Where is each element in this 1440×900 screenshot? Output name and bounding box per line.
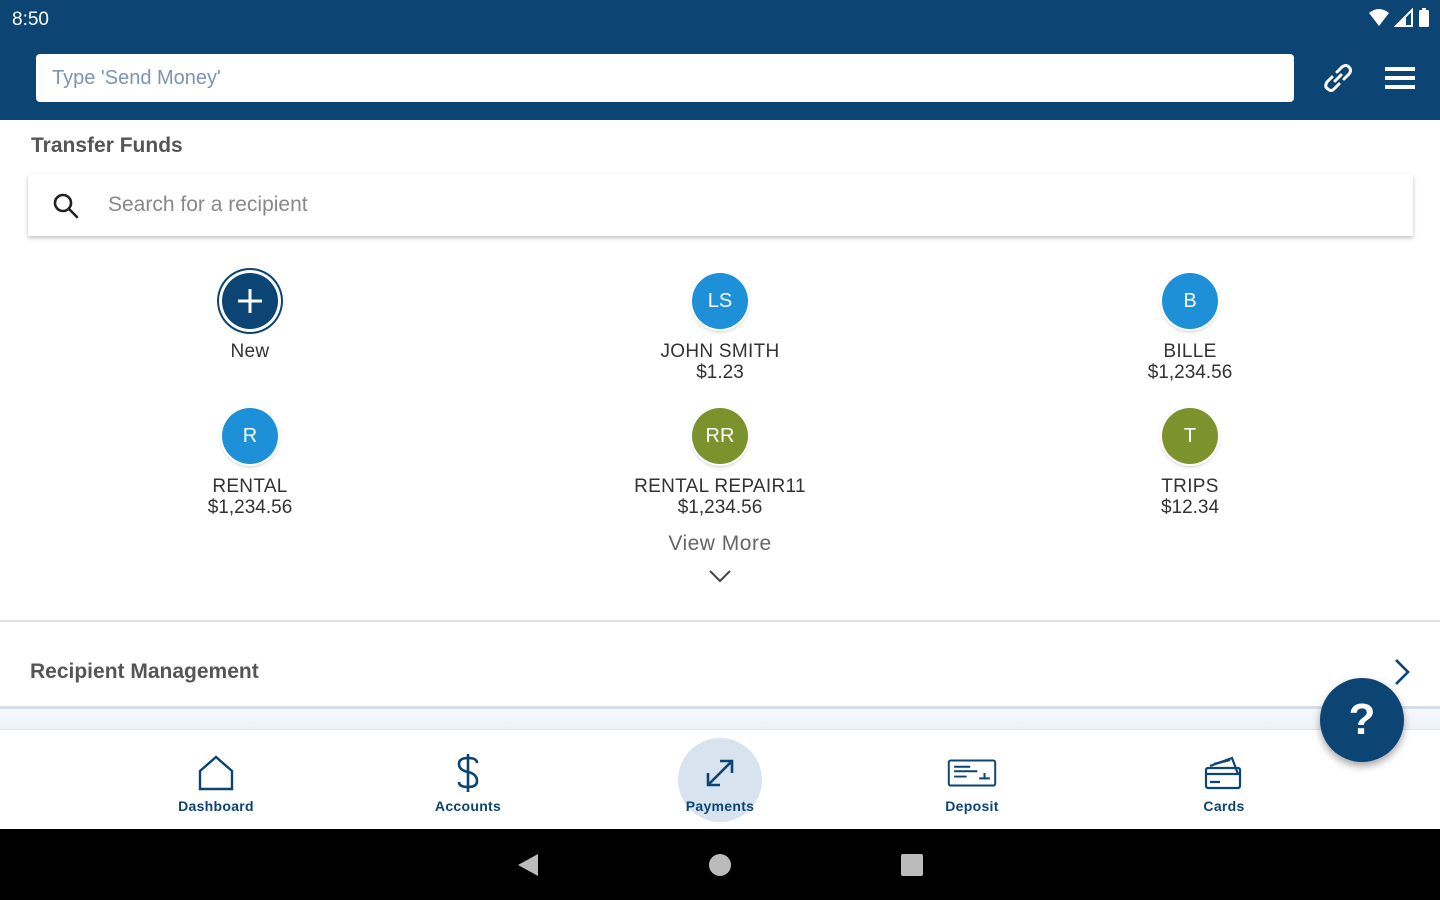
bottom-nav: Dashboard Accounts Payments Deposit Card… (0, 729, 1440, 829)
recipient-amount: $1,234.56 (677, 497, 763, 518)
avatar: T (1162, 408, 1218, 464)
recipient-amount: $1,234.56 (1147, 362, 1233, 383)
plus-icon (238, 289, 262, 313)
back-triangle-icon (518, 854, 538, 876)
recipient-john-smith[interactable]: LS JOHN SMITH $1.23 (590, 273, 850, 383)
nav-label: Payments (685, 798, 755, 814)
recipient-name: RENTAL (212, 476, 288, 497)
recipient-bille[interactable]: B BILLE $1,234.56 (1060, 273, 1320, 383)
recipient-management-label: Recipient Management (30, 660, 259, 683)
battery-icon (1419, 8, 1429, 27)
avatar: LS (692, 273, 748, 329)
recents-button[interactable] (898, 851, 926, 879)
add-recipient-circle (222, 273, 278, 329)
chevron-down-icon[interactable] (708, 568, 732, 584)
recipient-search-input[interactable] (108, 186, 1388, 224)
back-button[interactable] (514, 851, 542, 879)
avatar: R (222, 408, 278, 464)
hamburger-menu-icon (1385, 67, 1415, 89)
view-more-button[interactable]: View More (620, 532, 820, 556)
nav-accounts[interactable]: Accounts (398, 730, 538, 830)
recipient-name: RENTAL REPAIR11 (634, 476, 806, 497)
new-recipient-button[interactable]: New (120, 273, 380, 362)
recipient-rental-repair11[interactable]: RR RENTAL REPAIR11 $1,234.56 (590, 408, 850, 518)
nav-payments[interactable]: Payments (650, 730, 790, 830)
status-icons (1368, 8, 1430, 28)
chevron-right-icon (1395, 659, 1410, 685)
recipient-amount: $12.34 (1160, 497, 1220, 518)
new-label: New (230, 341, 270, 362)
divider (0, 620, 1440, 622)
nav-cards[interactable]: Cards (1154, 730, 1294, 830)
recipient-management-row[interactable]: Recipient Management (0, 630, 1440, 706)
help-button[interactable]: ? (1320, 678, 1404, 762)
recipient-name: BILLE (1163, 341, 1217, 362)
recipient-amount: $1,234.56 (207, 497, 293, 518)
home-circle-icon (709, 854, 731, 876)
cards-icon (1199, 748, 1249, 798)
recents-square-icon (901, 854, 923, 876)
avatar: B (1162, 273, 1218, 329)
system-nav-bar (0, 829, 1440, 900)
recipient-rental[interactable]: R RENTAL $1,234.56 (120, 408, 380, 518)
recipient-name: TRIPS (1161, 476, 1219, 497)
recipient-amount: $1.23 (696, 362, 744, 383)
transfer-funds-title: Transfer Funds (31, 134, 183, 157)
recipient-name: JOHN SMITH (660, 341, 780, 362)
home-button[interactable] (706, 851, 734, 879)
wifi-icon (1369, 9, 1389, 26)
dollar-icon (443, 748, 493, 798)
nav-dashboard[interactable]: Dashboard (146, 730, 286, 830)
transfer-arrows-icon (695, 748, 745, 798)
home-icon (191, 748, 241, 798)
nav-label: Dashboard (178, 798, 254, 814)
avatar: RR (692, 408, 748, 464)
command-search-input[interactable] (36, 54, 1294, 102)
menu-button[interactable] (1380, 58, 1420, 98)
search-icon (53, 193, 79, 219)
signal-icon (1394, 8, 1413, 27)
check-deposit-icon (947, 748, 997, 798)
nav-deposit[interactable]: Deposit (902, 730, 1042, 830)
nav-label: Accounts (434, 798, 502, 814)
recipient-search-box[interactable] (28, 174, 1413, 236)
nav-label: Deposit (945, 798, 999, 814)
nav-label: Cards (1203, 798, 1245, 814)
link-icon (1324, 64, 1352, 92)
content-band (0, 709, 1440, 729)
app-header: 8:50 (0, 0, 1440, 120)
recipient-trips[interactable]: T TRIPS $12.34 (1060, 408, 1320, 518)
status-time: 8:50 (12, 9, 49, 30)
link-button[interactable] (1318, 58, 1358, 98)
